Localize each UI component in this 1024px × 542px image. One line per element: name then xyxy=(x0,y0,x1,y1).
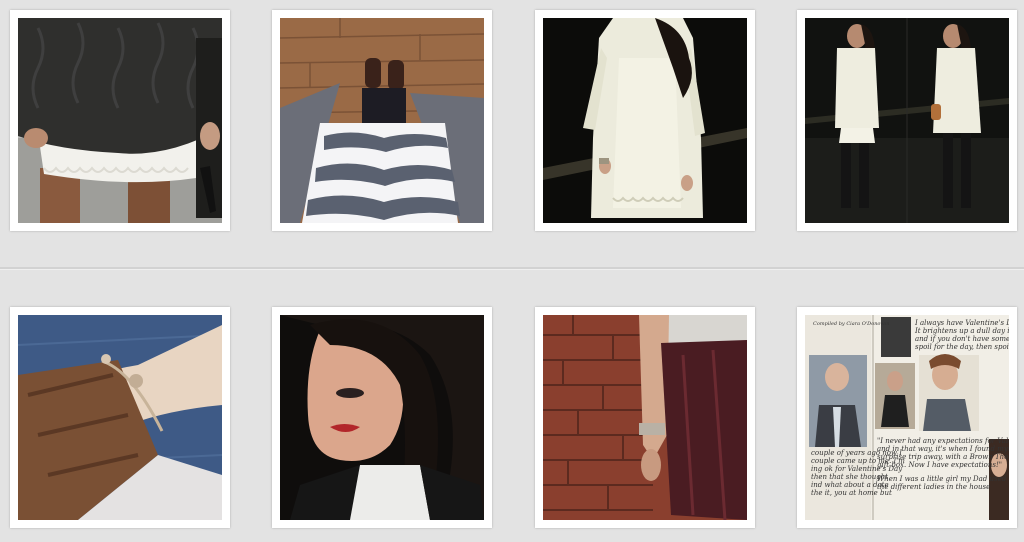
photo-card-4[interactable] xyxy=(797,10,1017,231)
magazine-quote-low: When I was a little girl my Dad used to … xyxy=(877,475,1009,491)
photo-magazine-page: I always have Valentine's Day. It bright… xyxy=(805,315,1009,520)
photo-leather-skirt xyxy=(543,315,747,520)
photo-card-5[interactable] xyxy=(10,307,230,528)
magazine-quote-top: I always have Valentine's Day. It bright… xyxy=(914,319,1009,351)
photo-card-1[interactable] xyxy=(10,10,230,231)
photo-card-7[interactable] xyxy=(535,307,755,528)
photo-card-3[interactable] xyxy=(535,10,755,231)
photo-knit-sweater xyxy=(18,18,222,223)
photo-card-6[interactable] xyxy=(272,307,492,528)
photo-bangle xyxy=(18,315,222,520)
photo-card-8[interactable]: I always have Valentine's Day. It bright… xyxy=(797,307,1017,528)
row-divider xyxy=(0,267,1024,270)
photo-outfit-two-poses xyxy=(805,18,1009,223)
photo-card-2[interactable] xyxy=(272,10,492,231)
photo-cream-coat-night xyxy=(543,18,747,223)
photo-portrait xyxy=(280,315,484,520)
magazine-byline: Compiled by Ciara O'Donovan xyxy=(813,321,889,327)
photo-striped-skirt xyxy=(280,18,484,223)
